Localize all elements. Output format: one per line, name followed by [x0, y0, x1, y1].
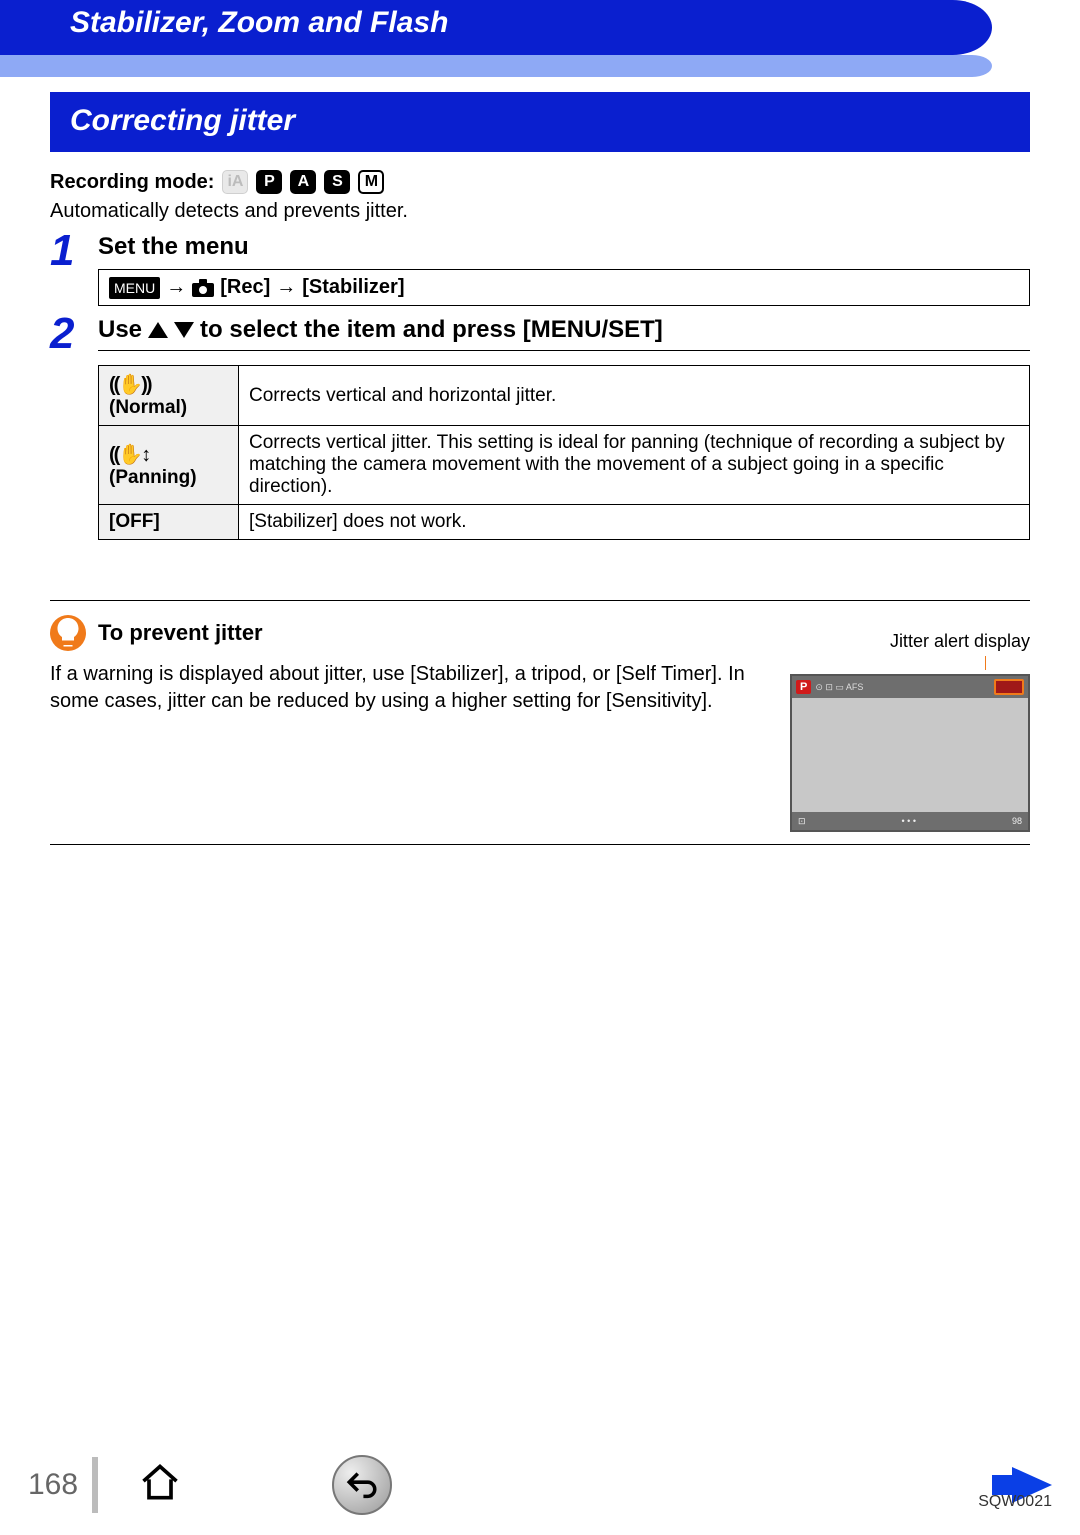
mode-icon-s: S: [324, 170, 350, 194]
shots-remaining: 98: [1012, 816, 1022, 826]
step-number: 2: [50, 312, 80, 356]
mode-icon-m: M: [358, 170, 384, 194]
page-footer: 168: [0, 1455, 1080, 1515]
section-divider: [50, 600, 1030, 601]
stabilizer-panning-icon: ((✋↕: [109, 442, 149, 467]
step-2-divider: [98, 350, 1030, 351]
arrow-2: →: [276, 276, 296, 299]
home-icon[interactable]: [138, 1461, 182, 1510]
section-title: Correcting jitter: [50, 92, 1030, 152]
mode-icon-a: A: [290, 170, 316, 194]
opt-name: (Normal): [109, 397, 187, 418]
camera-icon: [192, 279, 214, 297]
mode-icon-p: P: [256, 170, 282, 194]
arrow-1: →: [166, 276, 186, 299]
header-accent-bar: [0, 55, 992, 77]
path-rec: [Rec]: [220, 276, 270, 299]
step-2-title: Use to select the item and press [MENU/S…: [98, 316, 1030, 344]
up-arrow-icon: [148, 322, 168, 338]
step-1-title: Set the menu: [98, 233, 1030, 261]
preview-label: Jitter alert display: [890, 631, 1030, 652]
table-row: ((✋↕ (Panning) Corrects vertical jitter.…: [99, 426, 1030, 505]
path-stabilizer: [Stabilizer]: [302, 276, 404, 299]
camera-top-bar: P ⊙ ⊡ ▭ AFS: [792, 676, 1028, 698]
jitter-alert-icon: [994, 679, 1024, 695]
opt-desc: [Stabilizer] does not work.: [239, 505, 1030, 540]
menu-chip: MENU: [109, 277, 160, 299]
options-table: ((✋)) (Normal) Corrects vertical and hor…: [98, 365, 1030, 540]
bottom-divider: [50, 844, 1030, 845]
page-number: 168: [28, 1468, 78, 1502]
camera-bottom-bar: ⊡ • • • 98: [792, 812, 1028, 830]
mode-icon-ia: iA: [222, 170, 248, 194]
jitter-preview: Jitter alert display P ⊙ ⊡ ▭ AFS ⊡ • • •…: [790, 631, 1030, 832]
step-2-title-pre: Use: [98, 316, 142, 344]
chapter-title: Stabilizer, Zoom and Flash: [70, 6, 448, 40]
step-2-title-post: to select the item and press [MENU/SET]: [200, 316, 663, 344]
step-number: 1: [50, 229, 80, 273]
menu-path: MENU → [Rec] → [Stabilizer]: [98, 269, 1030, 306]
stabilizer-normal-icon: ((✋)): [109, 372, 151, 397]
mode-badge: P: [796, 680, 811, 694]
footer-separator: [92, 1457, 98, 1513]
table-row: [OFF] [Stabilizer] does not work.: [99, 505, 1030, 540]
table-row: ((✋)) (Normal) Corrects vertical and hor…: [99, 366, 1030, 426]
opt-name: (Panning): [109, 467, 197, 488]
tip-bulb-icon: [50, 615, 86, 651]
step-2: 2 Use to select the item and press [MENU…: [50, 316, 1030, 540]
document-code: SQW0021: [978, 1493, 1052, 1511]
opt-desc: Corrects vertical and horizontal jitter.: [239, 366, 1030, 426]
tip-body-row: If a warning is displayed about jitter, …: [50, 661, 1030, 832]
recording-mode-row: Recording mode: iA P A S M: [50, 170, 1030, 194]
focus-icon: ⊡: [798, 816, 806, 827]
back-button[interactable]: [332, 1455, 392, 1515]
opt-desc: Corrects vertical jitter. This setting i…: [239, 426, 1030, 505]
center-dots: • • •: [902, 816, 916, 826]
status-icons: ⊙ ⊡ ▭ AFS: [815, 682, 863, 693]
tip-text: If a warning is displayed about jitter, …: [50, 661, 770, 715]
intro-text: Automatically detects and prevents jitte…: [50, 200, 1030, 223]
tip-title: To prevent jitter: [98, 620, 263, 646]
preview-pointer-line: [985, 656, 987, 670]
down-arrow-icon: [174, 322, 194, 338]
chapter-header: Stabilizer, Zoom and Flash: [0, 0, 1080, 82]
step-1: 1 Set the menu MENU → [Rec] → [Stabilize…: [50, 233, 1030, 306]
camera-screen: P ⊙ ⊡ ▭ AFS ⊡ • • • 98: [790, 674, 1030, 832]
opt-name: [OFF]: [99, 505, 239, 540]
recording-mode-label: Recording mode:: [50, 171, 214, 194]
